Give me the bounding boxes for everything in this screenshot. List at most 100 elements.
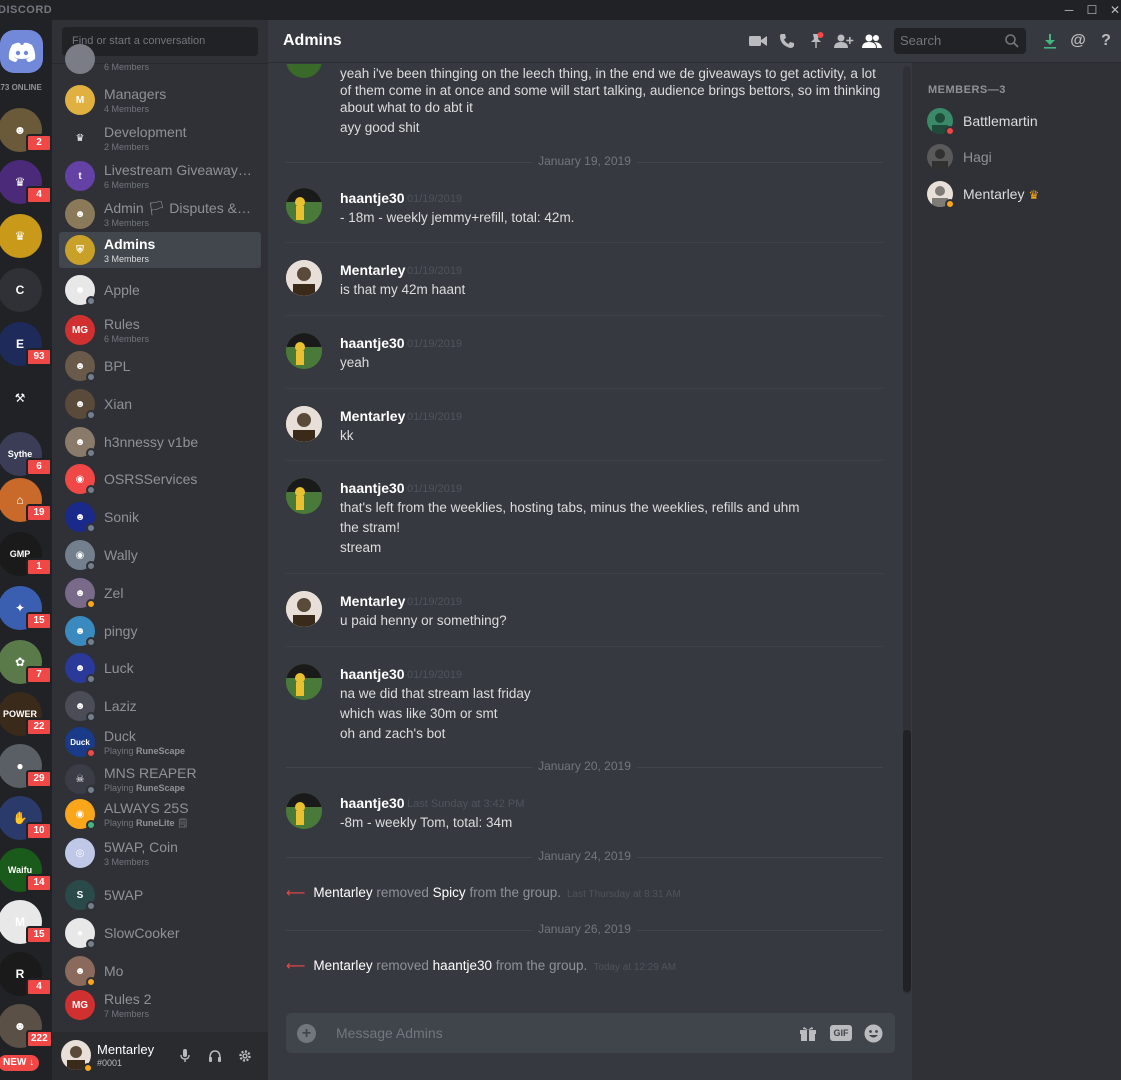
status-dot: [86, 674, 96, 684]
home-button[interactable]: [0, 30, 43, 73]
dm-item[interactable]: MG Rules 2 7 Members: [59, 987, 261, 1023]
system-timestamp: Last Thursday at 8:31 AM: [567, 889, 681, 900]
mention-badge: 22: [26, 718, 52, 736]
gift-icon[interactable]: [799, 1024, 817, 1042]
download-icon[interactable]: [1040, 32, 1060, 50]
voice-call-icon[interactable]: [777, 32, 797, 50]
dm-item[interactable]: ☻ Laziz: [59, 688, 261, 724]
upload-plus-icon[interactable]: +: [297, 1024, 316, 1043]
message-author[interactable]: haantje30: [340, 795, 405, 811]
message-avatar[interactable]: [286, 64, 322, 78]
message-author[interactable]: haantje30: [340, 480, 405, 496]
dm-item[interactable]: ☻ pingy: [59, 613, 261, 649]
message-avatar[interactable]: [286, 793, 322, 829]
mentions-icon[interactable]: @: [1068, 32, 1088, 50]
dm-item[interactable]: ☻ Zel: [59, 575, 261, 611]
dm-item[interactable]: ☻ BPL: [59, 348, 261, 384]
message-composer[interactable]: + Message Admins GIF: [286, 1013, 895, 1053]
mention-badge: 15: [26, 612, 52, 630]
dm-item[interactable]: ♛ Development 2 Members: [59, 120, 261, 156]
dm-item[interactable]: t Livestream Giveaway C... 6 Members: [59, 158, 261, 194]
message-author[interactable]: haantje30: [340, 335, 405, 351]
video-call-icon[interactable]: [748, 32, 768, 50]
dm-item[interactable]: ☻ h3nnessy v1be: [59, 424, 261, 460]
dm-sidebar: Find or start a conversation 6 Members M M…: [52, 20, 268, 1080]
message-author[interactable]: Mentarley: [340, 593, 405, 609]
dm-name: Rules 2: [104, 991, 152, 1007]
pinned-messages-icon[interactable]: [806, 32, 826, 50]
status-dot: [86, 561, 96, 571]
mic-icon[interactable]: [177, 1048, 193, 1064]
avatar-glyph: ☻: [74, 398, 86, 410]
system-target[interactable]: haantje30: [433, 958, 492, 973]
server-glyph: ✦: [14, 601, 26, 615]
dm-item[interactable]: S 5WAP: [59, 877, 261, 913]
mention-badge: 29: [26, 770, 52, 788]
message-author[interactable]: haantje30: [340, 190, 405, 206]
member-avatar: [927, 144, 953, 170]
message-text: -8m - weekly Tom, total: 34m: [340, 815, 513, 830]
new-mentions-pill[interactable]: NEW ↓: [0, 1055, 40, 1071]
dm-item[interactable]: ◎ 5WAP, Coin 3 Members: [59, 835, 261, 871]
message-author[interactable]: Mentarley: [340, 262, 405, 278]
discord-app: DISCORD ─ ☐ ✕ 173 ONLINE ☻ 2 ♛ 4 ♛ C E 93 ⚒ Sythe…: [0, 0, 1121, 1080]
dm-item[interactable]: ◉ ALWAYS 25S Playing RuneLite 🗒: [59, 796, 261, 832]
emoji-icon[interactable]: [864, 1024, 883, 1042]
dm-item[interactable]: ☻ Xian: [59, 386, 261, 422]
system-actor[interactable]: Mentarley: [313, 958, 372, 973]
message-avatar[interactable]: [286, 260, 322, 296]
message-avatar[interactable]: [286, 406, 322, 442]
help-icon[interactable]: ?: [1096, 32, 1116, 50]
headset-icon[interactable]: [207, 1048, 223, 1064]
message-avatar[interactable]: [286, 591, 322, 627]
message-avatar[interactable]: [286, 478, 322, 514]
gif-picker-button[interactable]: GIF: [830, 1025, 852, 1041]
dm-item[interactable]: ☻ Sonik: [59, 499, 261, 535]
member-list-toggle-icon[interactable]: [862, 32, 882, 50]
server-glyph: ☻: [13, 123, 27, 137]
add-friends-to-dm-icon[interactable]: [834, 32, 854, 50]
dm-item[interactable]: ☻ Mo: [59, 953, 261, 989]
dm-name: Laziz: [104, 698, 137, 714]
date-divider-label: January 19, 2019: [532, 154, 637, 168]
server-icon[interactable]: C: [0, 268, 42, 312]
dm-item[interactable]: ☻ Admin 🏳 Disputes & Bl... 3 Members: [59, 196, 261, 232]
system-target[interactable]: Spicy: [433, 885, 466, 900]
status-dot: [86, 637, 96, 647]
discord-logo-icon: [8, 42, 35, 62]
message-author[interactable]: Mentarley: [340, 408, 405, 424]
mention-badge: 4: [26, 978, 52, 996]
system-actor[interactable]: Mentarley: [313, 885, 372, 900]
member-item[interactable]: Mentarley ♛: [927, 180, 1117, 212]
dm-item[interactable]: MG Rules 6 Members: [59, 312, 261, 348]
server-icon[interactable]: ⚒: [0, 376, 42, 420]
message-avatar[interactable]: [286, 188, 322, 224]
message-author[interactable]: haantje30: [340, 666, 405, 682]
dm-item[interactable]: M Managers 4 Members: [59, 82, 261, 118]
message-input[interactable]: Message Admins: [336, 1025, 443, 1041]
search-input[interactable]: Search: [894, 28, 1026, 54]
dm-item[interactable]: ◉ OSRSServices: [59, 461, 261, 497]
dm-item[interactable]: ☠ MNS REAPER Playing RuneScape: [59, 761, 261, 797]
member-item[interactable]: Battlemartin: [927, 107, 1117, 139]
scrollbar-thumb[interactable]: [903, 730, 911, 992]
dm-item[interactable]: ● SlowCooker: [59, 915, 261, 951]
dm-item[interactable]: 6 Members: [59, 44, 261, 78]
member-item[interactable]: Hagi: [927, 143, 1117, 175]
message-avatar[interactable]: [286, 333, 322, 369]
system-verb: removed: [372, 958, 433, 973]
dm-item[interactable]: ⛨ Admins 3 Members: [59, 232, 261, 268]
settings-gear-icon[interactable]: [237, 1048, 253, 1064]
server-icon[interactable]: ♛: [0, 214, 42, 258]
dm-name: ALWAYS 25S: [104, 800, 189, 816]
message-avatar[interactable]: [286, 664, 322, 700]
dm-item[interactable]: ◉ Wally: [59, 537, 261, 573]
dm-item[interactable]: Duck Duck Playing RuneScape: [59, 724, 261, 760]
server-glyph: ⌂: [16, 493, 24, 507]
dm-item[interactable]: ☻ Luck: [59, 650, 261, 686]
dm-name: Rules: [104, 316, 140, 332]
close-button[interactable]: ✕: [1102, 1, 1121, 19]
dm-name: Managers: [104, 86, 167, 102]
dm-item[interactable]: ☻ Apple: [59, 272, 261, 308]
system-message: ⟵ Mentarley removed Spicy from the group.…: [286, 885, 681, 901]
